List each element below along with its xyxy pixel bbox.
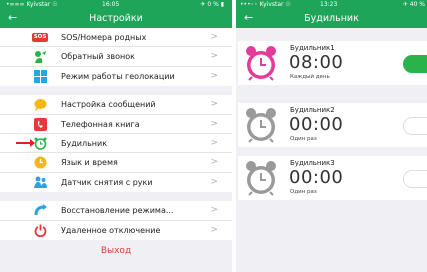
settings-item-language[interactable]: Язык и время > [0,153,232,173]
chevron-right-icon: > [210,99,218,110]
status-carrier: •∞∞∞ Kyivstar ☉ [6,1,58,8]
settings-group-3: Восстановление режима... > Удаленное отк… [0,201,232,240]
alarm-screen: •••◦◦ Kyivstar ☉ 13:23 ✈ 40 % ← Будильни… [236,0,427,272]
logout-button[interactable]: Выход [0,246,232,256]
page-title: Будильник [304,13,359,24]
chevron-right-icon: > [210,51,218,62]
settings-item-label: Восстановление режима... [61,206,174,216]
settings-item-remote-shutdown[interactable]: Удаленное отключение > [0,221,232,240]
callback-icon [35,51,46,64]
alarm-item[interactable]: Будильник3 00:00 Один раз [238,156,427,200]
status-time: 16:05 [102,1,120,8]
chevron-right-icon: > [210,157,218,168]
alarm-time: 00:00 [289,167,344,188]
settings-item-label: Удаленное отключение [61,225,161,235]
gray-alarm-clock-icon [246,161,276,196]
settings-item-wrist-sensor[interactable]: Датчик снятия с руки > [0,173,232,192]
alarm-name: Будильник3 [290,159,335,167]
gray-alarm-clock-icon [246,108,276,143]
chevron-right-icon: > [210,176,218,187]
settings-item-label: Язык и время [61,158,118,168]
alarm-repeat: Каждый день [290,74,330,80]
chevron-right-icon: > [210,224,218,235]
alarm-item[interactable]: Будильник1 08:00 Каждый день [238,41,427,85]
status-bar: •∞∞∞ Kyivstar ☉ 16:05 ✈ 0 % ▮ [0,0,232,9]
nav-bar: ← Настройки [0,9,232,28]
sos-icon: SOS [32,33,48,42]
settings-item-geolocation[interactable]: Режим работы геолокации > [0,67,232,86]
language-time-icon [34,156,47,169]
settings-item-callback[interactable]: Обратный звонок > [0,47,232,67]
settings-item-restore[interactable]: Восстановление режима... > [0,201,232,221]
page-title: Настройки [89,13,143,24]
settings-item-label: Режим работы геолокации [61,71,175,81]
status-carrier: •••◦◦ Kyivstar ☉ [240,1,291,8]
settings-item-messages[interactable]: Настройка сообщений > [0,95,232,115]
settings-group-1: SOS SOS/Номера родных > Обратный звонок … [0,28,232,87]
status-bar: •••◦◦ Kyivstar ☉ 13:23 ✈ 40 % [236,0,427,9]
settings-item-label: SOS/Номера родных [61,33,147,42]
nav-bar: ← Будильник [236,9,427,28]
settings-item-label: Телефонная книга [61,119,140,129]
alarm-repeat: Один раз [290,136,317,142]
alarm-clock-icon [34,137,47,150]
geolocation-icon [34,69,47,83]
phonebook-icon [34,117,47,131]
settings-screen: •∞∞∞ Kyivstar ☉ 16:05 ✈ 0 % ▮ ← Настройк… [0,0,232,272]
settings-item-label: Обратный звонок [61,52,135,62]
chevron-right-icon: > [210,70,218,81]
settings-item-phonebook[interactable]: Телефонная книга > [0,115,232,134]
settings-item-label: Датчик снятия с руки [61,177,153,187]
power-icon [34,224,47,237]
alarm-repeat: Один раз [290,189,317,195]
alarm-time: 08:00 [289,52,344,73]
settings-item-sos[interactable]: SOS SOS/Номера родных > [0,28,232,48]
alarm-toggle[interactable] [403,55,427,73]
alarm-name: Будильник2 [290,106,335,114]
alarm-toggle[interactable] [403,117,427,135]
message-icon [34,99,47,112]
pink-alarm-clock-icon [246,46,276,81]
chevron-right-icon: > [210,32,218,42]
alarm-item[interactable]: Будильник2 00:00 Один раз [238,103,427,147]
alarm-time: 00:00 [289,114,344,135]
settings-item-alarm[interactable]: Будильник > [0,134,232,154]
chevron-right-icon: > [210,137,218,148]
status-time: 13:23 [320,1,338,8]
red-pointer-arrow-icon [16,138,35,147]
settings-item-label: Настройка сообщений [61,100,156,110]
chevron-right-icon: > [210,205,218,216]
status-battery: ✈ 40 % [402,1,425,8]
settings-item-label: Будильник [61,138,108,148]
status-battery: ✈ 0 % ▮ [200,1,224,8]
restore-icon [34,204,47,216]
alarm-toggle[interactable] [403,170,427,188]
settings-group-2: Настройка сообщений > Телефонная книга >… [0,95,232,193]
wrist-sensor-icon [34,176,47,188]
chevron-right-icon: > [210,118,218,129]
alarm-name: Будильник1 [290,44,335,52]
